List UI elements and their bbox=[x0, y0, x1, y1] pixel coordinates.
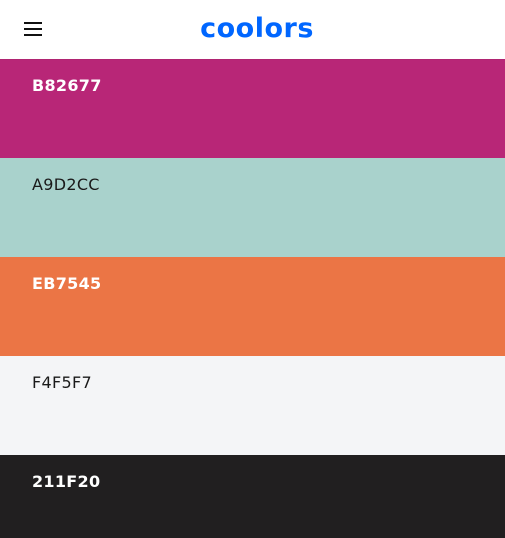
app-window: coolors B82677 A9D2CC EB7545 F4F5F7 211F… bbox=[0, 0, 505, 538]
color-palette: B82677 A9D2CC EB7545 F4F5F7 211F20 bbox=[0, 59, 505, 538]
color-swatch-1[interactable]: B82677 bbox=[0, 59, 505, 158]
swatch-hex-code[interactable]: B82677 bbox=[32, 76, 102, 95]
top-header: coolors bbox=[0, 0, 505, 59]
swatch-hex-code[interactable]: EB7545 bbox=[32, 274, 101, 293]
menu-button[interactable] bbox=[18, 14, 48, 44]
color-swatch-3[interactable]: EB7545 bbox=[0, 257, 505, 356]
swatch-hex-code[interactable]: F4F5F7 bbox=[32, 373, 92, 392]
brand-name: coolors bbox=[200, 14, 314, 44]
color-swatch-5[interactable]: 211F20 bbox=[0, 455, 505, 538]
hamburger-menu-icon bbox=[24, 21, 42, 37]
color-swatch-4[interactable]: F4F5F7 bbox=[0, 356, 505, 455]
color-swatch-2[interactable]: A9D2CC bbox=[0, 158, 505, 257]
coolors-logo[interactable]: coolors bbox=[190, 12, 324, 46]
swatch-hex-code[interactable]: A9D2CC bbox=[32, 175, 100, 194]
swatch-hex-code[interactable]: 211F20 bbox=[32, 472, 100, 491]
